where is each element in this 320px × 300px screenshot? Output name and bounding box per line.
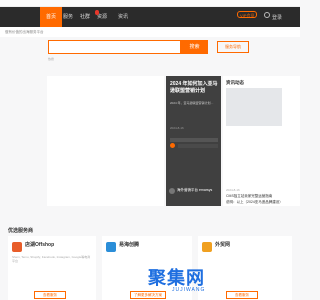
tool-logo-icon bbox=[12, 242, 22, 252]
tab-community[interactable]: 社群 bbox=[80, 7, 90, 27]
tab-home[interactable]: 首页 bbox=[40, 7, 63, 27]
bullet-icon bbox=[170, 143, 175, 148]
featured-title: 2024 年如何加入亚马逊联盟营销计划 bbox=[170, 81, 218, 94]
news-heading: 资讯动态 bbox=[226, 80, 244, 85]
tool-card[interactable]: 外贸网 查看服务 bbox=[198, 236, 292, 300]
user-icon[interactable] bbox=[264, 12, 270, 18]
search-button[interactable]: 搜索 bbox=[181, 40, 208, 54]
featured-footer: 海外营销平台 emarsys bbox=[169, 188, 219, 203]
featured-date: 2024-8-16 bbox=[170, 126, 184, 130]
news-panel: 资讯动态 2024-8-16 CMS独立站卖家完整运营指南 说明：以上（2024… bbox=[223, 76, 300, 206]
service-nav-button[interactable]: 服务导航 bbox=[217, 41, 249, 53]
featured-line bbox=[178, 144, 218, 148]
tool-button[interactable]: 查看服务 bbox=[226, 291, 258, 299]
news-item[interactable]: 说明：以上（2024亚马逊品牌建设） bbox=[226, 200, 283, 205]
login-link[interactable]: 登录 bbox=[272, 14, 282, 21]
avatar bbox=[169, 188, 175, 194]
tool-name: 店湖Offshop bbox=[25, 242, 55, 248]
featured-description: 2024 年，亚马逊联盟营销计划… bbox=[170, 101, 214, 105]
tool-button[interactable]: 查看服务 bbox=[34, 291, 66, 299]
tab-service[interactable]: 服务 bbox=[63, 7, 73, 27]
main-banner[interactable] bbox=[47, 76, 164, 206]
subheader: 做有价值的出海服务平台 bbox=[0, 27, 300, 37]
tab-news[interactable]: 资讯 bbox=[118, 7, 128, 27]
news-image[interactable] bbox=[226, 88, 282, 126]
tool-name: 易海创腾 bbox=[119, 242, 140, 248]
top-utility-bar bbox=[0, 0, 300, 7]
slogan: 做有价值的出海服务平台 bbox=[5, 30, 44, 34]
news-date: 2024-8-16 bbox=[226, 188, 240, 192]
tool-button[interactable]: 了解更多解决方案 bbox=[130, 291, 166, 299]
tool-detail: Shein, Temu, Shopify, Facebook, Instagra… bbox=[12, 255, 91, 263]
news-item[interactable]: CMS独立站卖家完整运营指南 bbox=[226, 194, 272, 199]
featured-card[interactable]: 2024 年如何加入亚马逊联盟营销计划 2024 年，亚马逊联盟营销计划… 20… bbox=[166, 76, 221, 206]
tool-card[interactable]: 店湖Offshop Shein, Temu, Shopify, Facebook… bbox=[8, 236, 96, 300]
featured-footer-title: 海外营销平台 emarsys bbox=[177, 188, 213, 192]
search-hint: 热搜 bbox=[48, 57, 55, 61]
search-box bbox=[48, 40, 181, 59]
tool-name: 外贸网 bbox=[215, 242, 231, 248]
main-nav: 首页 服务 社群 资源 资讯 VIP会员 登录 bbox=[0, 7, 300, 27]
vip-button[interactable]: VIP会员 bbox=[237, 11, 258, 18]
watermark-sub: JUJIWANG bbox=[172, 287, 206, 293]
tool-logo-icon bbox=[202, 242, 212, 252]
search-input[interactable] bbox=[49, 46, 180, 59]
section-title: 优选服务商 bbox=[8, 228, 34, 234]
tool-logo-icon bbox=[106, 242, 116, 252]
featured-line bbox=[170, 138, 218, 142]
nav-badge bbox=[95, 10, 99, 15]
